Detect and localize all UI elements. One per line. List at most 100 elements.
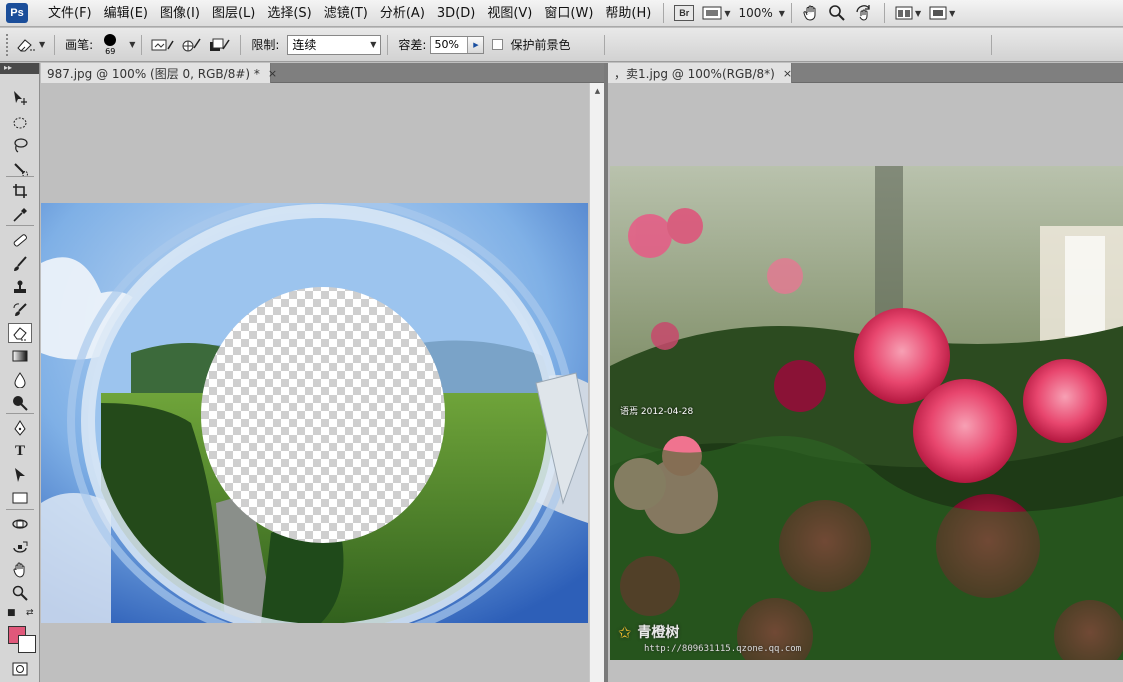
limit-select[interactable]: 连续 ▼ [287, 34, 382, 55]
menu-file[interactable]: 文件(F) [42, 0, 98, 27]
rectangle-tool[interactable] [8, 488, 32, 508]
history-brush-tool[interactable] [8, 300, 32, 320]
menu-window[interactable]: 窗口(W) [538, 0, 599, 27]
3d-rotate-tool[interactable] [8, 514, 32, 534]
move-tool[interactable] [8, 88, 32, 108]
star-icon: ✩ [618, 622, 632, 642]
sampling-continuous-icon [151, 39, 174, 50]
brush-picker[interactable]: 69 [97, 32, 123, 58]
menu-edit[interactable]: 编辑(E) [98, 0, 154, 27]
sampling-once-icon [182, 38, 201, 51]
default-colors-icon[interactable]: ■ [7, 608, 16, 618]
sampling-background-swatch-button[interactable] [209, 35, 231, 55]
tools-separator [6, 413, 34, 414]
3d-rotate-icon [12, 519, 28, 529]
eyedropper-icon [13, 208, 27, 222]
spot-healing-brush-tool[interactable] [8, 230, 32, 250]
magnifier-icon [12, 585, 28, 601]
brush-tool[interactable] [8, 254, 32, 274]
photoshop-logo: Ps [6, 3, 28, 23]
tolerance-slider-toggle[interactable]: ▶ [467, 36, 484, 53]
path-selection-tool[interactable] [8, 465, 32, 485]
limit-label: 限制: [251, 38, 280, 52]
pen-tool[interactable] [8, 418, 32, 438]
arrange-documents-button[interactable]: ▼ [895, 4, 921, 22]
menu-layer[interactable]: 图层(L) [206, 0, 261, 27]
photo-date-watermark: 语焉 2012-04-28 [620, 407, 694, 417]
chevron-down-icon: ▼ [370, 40, 377, 49]
options-separator [991, 34, 993, 55]
background-eraser-icon [13, 327, 27, 341]
zoom-tool[interactable] [8, 583, 32, 603]
protect-foreground-checkbox[interactable] [492, 39, 504, 50]
tools-panel-header[interactable]: ▸▸ [0, 63, 39, 74]
tab-document-987[interactable]: 987.jpg @ 100% (图层 0, RGB/8#) * × [41, 63, 277, 83]
lasso-tool[interactable] [8, 135, 32, 155]
photo-url-watermark: http://809631115.qzone.qq.com [644, 644, 802, 654]
close-icon[interactable]: × [783, 67, 792, 80]
rotate-view-button[interactable] [854, 4, 874, 22]
menu-help[interactable]: 帮助(H) [599, 0, 657, 27]
background-color-swatch[interactable] [18, 635, 36, 653]
swap-colors-icon[interactable]: ⇄ [26, 608, 34, 618]
quick-mask-button[interactable] [8, 659, 32, 679]
sampling-once-button[interactable] [181, 35, 203, 55]
image-fisheye-landscape [41, 203, 588, 623]
background-eraser-icon [17, 38, 35, 51]
lasso-icon [14, 138, 28, 153]
type-tool[interactable]: T [8, 441, 32, 461]
blur-tool[interactable] [8, 370, 32, 390]
zoom-level[interactable]: 100% [738, 6, 772, 20]
menu-3d[interactable]: 3D(D) [431, 0, 481, 27]
image-peony-flowers: 语焉 2012-04-28 ✩ 青橙树 http://809631115.qzo… [610, 166, 1123, 660]
protect-foreground-label: 保护前景色 [510, 38, 571, 52]
gradient-tool[interactable] [8, 346, 32, 366]
elliptical-marquee-tool[interactable] [8, 113, 32, 133]
tolerance-field[interactable]: 50% ▶ [430, 35, 485, 54]
options-separator [141, 34, 143, 55]
view-extras-button[interactable]: ▼ [702, 4, 730, 22]
tools-separator [6, 509, 34, 510]
menu-separator [790, 3, 792, 23]
close-icon[interactable]: × [268, 67, 277, 80]
tab-document-mai1[interactable]: ，卖1.jpg @ 100%(RGB/8*) × [608, 63, 792, 83]
brush-tip-icon [104, 33, 117, 46]
menu-analysis[interactable]: 分析(A) [374, 0, 431, 27]
hand-tool[interactable] [8, 560, 32, 580]
options-bar: ▼ 画笔: 69 ▼ 限制: 连续 ▼ 容差: 50% ▶ 保护前景色 [0, 28, 1123, 62]
menu-image[interactable]: 图像(I) [154, 0, 206, 27]
tools-panel: ▸▸ T ■ ⇄ [0, 63, 40, 682]
rectangle-icon [12, 492, 28, 504]
film-strip-icon [702, 6, 722, 20]
zoom-tool-button[interactable] [828, 4, 846, 22]
hand-tool-button[interactable] [802, 4, 820, 22]
crop-icon [13, 184, 27, 198]
screen-mode-button[interactable]: ▼ [929, 4, 955, 22]
crop-tool[interactable] [8, 181, 32, 201]
options-bar-grip[interactable] [6, 33, 12, 56]
dodge-tool[interactable] [8, 393, 32, 413]
tool-preset-picker[interactable]: ▼ [15, 35, 45, 55]
brush-label: 画笔: [65, 38, 94, 52]
screen-mode-icon [929, 6, 947, 20]
background-eraser-tool[interactable] [8, 323, 32, 343]
options-separator [54, 34, 56, 55]
scroll-up-arrow[interactable]: ▲ [590, 83, 605, 99]
fisheye-photo [41, 203, 588, 623]
quick-selection-icon [14, 163, 28, 177]
3d-orbit-tool[interactable] [8, 537, 32, 557]
clone-stamp-tool[interactable] [8, 277, 32, 297]
menu-filter[interactable]: 滤镜(T) [318, 0, 374, 27]
menu-select[interactable]: 选择(S) [261, 0, 317, 27]
chevron-down-icon[interactable]: ▼ [129, 40, 135, 49]
sampling-continuous-button[interactable] [151, 35, 175, 55]
eyedropper-tool[interactable] [8, 205, 32, 225]
menu-view[interactable]: 视图(V) [481, 0, 538, 27]
document-tabs-left: 987.jpg @ 100% (图层 0, RGB/8#) * × [41, 63, 604, 83]
launch-bridge-button[interactable]: Br [674, 4, 695, 22]
chevron-down-icon[interactable]: ▼ [779, 9, 785, 18]
vertical-scrollbar[interactable]: ▲ [589, 83, 604, 682]
chevron-down-icon: ▼ [949, 8, 956, 18]
brush-icon [14, 256, 27, 271]
arrange-icon [895, 6, 913, 20]
